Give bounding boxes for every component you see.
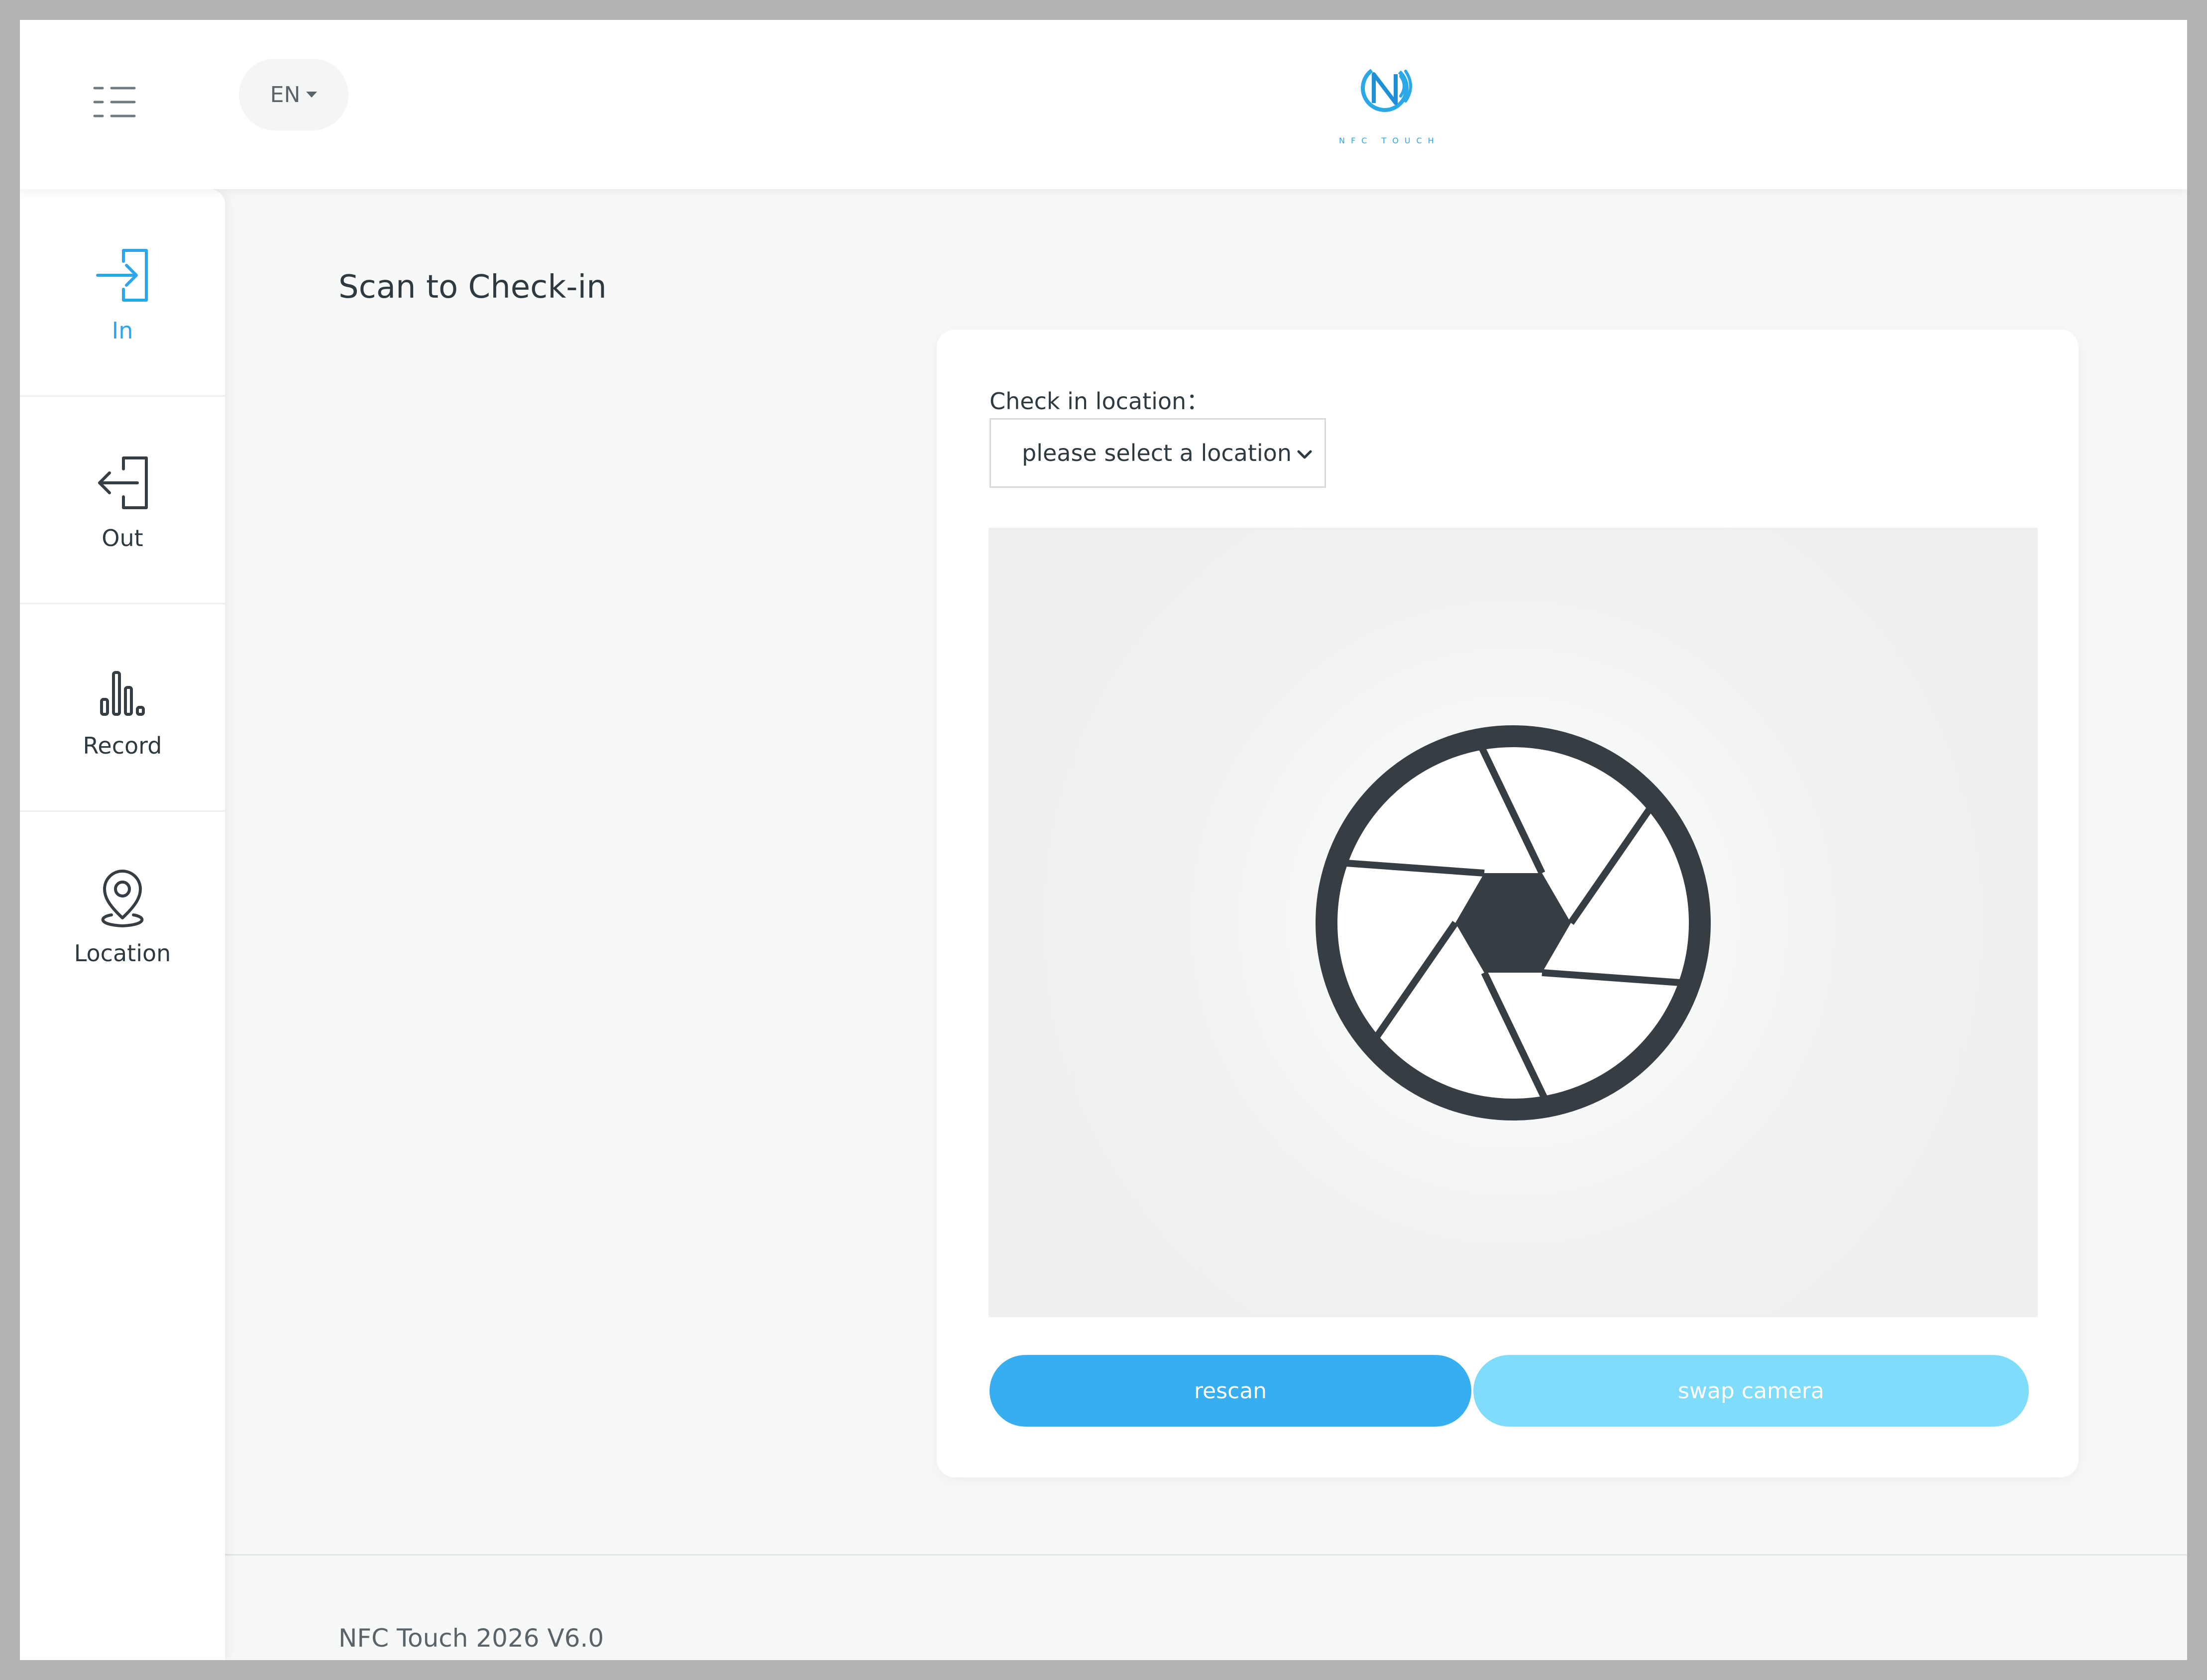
swap-camera-button[interactable]: swap camera — [1473, 1355, 2029, 1427]
camera-aperture-icon — [1316, 725, 1711, 1120]
location-field-label: Check in location： — [990, 388, 1210, 415]
list-menu-icon[interactable] — [90, 77, 139, 127]
sign-out-icon — [98, 456, 148, 509]
caret-down-icon — [306, 92, 318, 98]
sidebar-item-label: In — [111, 317, 133, 344]
check-in-card: Check in location： please select a locat… — [937, 330, 2079, 1477]
bar-chart-icon — [100, 671, 145, 716]
footer-divider — [225, 1554, 2187, 1556]
app-window: EN NFC TOUCH In Out Record Location Scan… — [20, 20, 2187, 1660]
sidebar-item-label: Record — [83, 732, 162, 759]
nfc-touch-logo: NFC TOUCH — [1339, 57, 1438, 152]
sidebar-item-label: Out — [102, 525, 143, 552]
location-pin-icon — [101, 870, 144, 927]
sidebar: In Out Record Location — [20, 189, 225, 1660]
location-select[interactable]: please select a location — [990, 418, 1326, 488]
logo-text: NFC TOUCH — [1339, 136, 1440, 145]
page-title: Scan to Check-in — [338, 269, 607, 306]
sidebar-item-record[interactable]: Record — [20, 604, 225, 812]
language-label: EN — [270, 82, 301, 108]
camera-scanner-area — [989, 528, 2038, 1317]
sign-in-icon — [96, 249, 148, 302]
rescan-button[interactable]: rescan — [990, 1355, 1471, 1427]
language-selector[interactable]: EN — [239, 59, 348, 130]
sidebar-item-out[interactable]: Out — [20, 397, 225, 604]
location-select-value: please select a location — [1022, 440, 1292, 466]
top-bar: EN NFC TOUCH — [20, 20, 2187, 189]
footer-version-text: NFC Touch 2026 V6.0 — [338, 1624, 604, 1653]
sidebar-item-in[interactable]: In — [20, 189, 225, 397]
sidebar-item-label: Location — [74, 940, 171, 967]
sidebar-item-location[interactable]: Location — [20, 812, 225, 1018]
chevron-down-icon — [1297, 450, 1312, 459]
